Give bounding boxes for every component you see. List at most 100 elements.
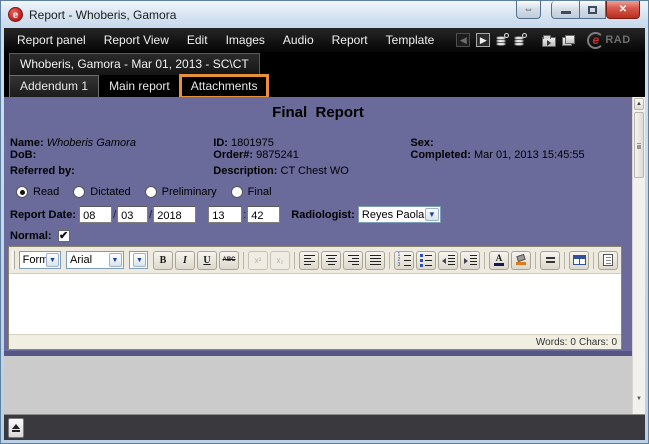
align-center-icon	[326, 255, 337, 266]
font-size-select[interactable]: 2▼	[129, 251, 148, 269]
app-window: e Report - Whoberis, Gamora ⇔ ✕ Report p…	[0, 0, 649, 444]
chars-count: 0	[611, 337, 617, 348]
menu-report[interactable]: Report	[323, 28, 377, 52]
highlight-color-button[interactable]	[511, 251, 531, 270]
normal-label: Normal:	[10, 230, 52, 242]
report-date-row: Report Date: / / : Radiologist: Reyes Pa…	[4, 206, 632, 223]
align-left-button[interactable]	[299, 251, 319, 270]
align-left-icon	[304, 255, 315, 266]
pages-book-icon	[562, 35, 574, 46]
time-hour-field[interactable]	[208, 206, 242, 223]
radio-final[interactable]: Final	[231, 186, 272, 198]
coins-stack-button-2[interactable]	[514, 32, 526, 48]
pages-button[interactable]	[562, 32, 574, 48]
underline-button[interactable]: U	[197, 251, 217, 270]
eject-button[interactable]	[8, 418, 24, 438]
tab-attachments[interactable]: Attachments	[181, 76, 268, 97]
toolbar-grip[interactable]	[12, 251, 15, 269]
editor-status-bar: Words: 0 Chars: 0	[9, 334, 621, 349]
date-year-field[interactable]	[153, 206, 196, 223]
radio-preliminary-dot[interactable]	[145, 186, 157, 198]
erad-logo: e RAD	[587, 32, 630, 49]
nav-back-button[interactable]: ◀	[456, 32, 470, 48]
title-bar[interactable]: e Report - Whoberis, Gamora ⇔ ✕	[1, 1, 648, 28]
words-label: Words:	[536, 337, 568, 348]
radiologist-value: Reyes Paola	[362, 209, 424, 221]
scroll-down-icon[interactable]: ▼	[633, 396, 645, 402]
id-label: ID:	[213, 137, 228, 149]
status-radio-group: Read Dictated Preliminary Final	[4, 186, 632, 198]
format-select[interactable]: Format▼	[19, 251, 61, 269]
menu-report-panel[interactable]: Report panel	[8, 28, 95, 52]
radio-dictated[interactable]: Dictated	[73, 186, 130, 198]
strikethrough-button[interactable]: ABC	[219, 251, 239, 270]
radio-final-dot[interactable]	[231, 186, 243, 198]
patient-tab-strip: Whoberis, Gamora - Mar 01, 2013 - SC\CT	[4, 52, 645, 75]
radio-read-dot[interactable]	[16, 186, 28, 198]
page-properties-button[interactable]	[598, 251, 618, 270]
numbered-list-icon: 123	[398, 254, 411, 267]
align-right-icon	[348, 255, 359, 266]
time-minute-field[interactable]	[247, 206, 280, 223]
bold-button[interactable]: B	[153, 251, 173, 270]
nav-forward-button[interactable]: ▶	[476, 32, 490, 48]
eject-icon	[12, 424, 20, 429]
report-text-area[interactable]	[9, 274, 621, 334]
align-right-button[interactable]	[343, 251, 363, 270]
insert-table-button[interactable]	[569, 251, 589, 270]
date-day-field[interactable]	[79, 206, 112, 223]
close-button[interactable]: ✕	[606, 1, 640, 19]
lower-panel	[4, 356, 632, 414]
date-month-field[interactable]	[117, 206, 148, 223]
highlight-color-icon	[516, 255, 526, 265]
menu-edit[interactable]: Edit	[178, 28, 217, 52]
maximize-button[interactable]	[579, 1, 606, 19]
menu-images[interactable]: Images	[217, 28, 274, 52]
radiologist-select[interactable]: Reyes Paola ▼	[358, 206, 441, 223]
scroll-up-button[interactable]: ▲	[634, 98, 644, 110]
swap-arrows-button[interactable]: ⇔	[516, 1, 541, 19]
indent-button[interactable]	[460, 251, 480, 270]
patient-tab[interactable]: Whoberis, Gamora - Mar 01, 2013 - SC\CT	[9, 53, 260, 75]
horizontal-rule-button[interactable]	[540, 251, 560, 270]
scrollbar-thumb[interactable]	[634, 112, 644, 178]
chevron-down-icon: ▼	[133, 253, 146, 267]
menu-template[interactable]: Template	[377, 28, 444, 52]
normal-row: Normal: ✔	[4, 230, 632, 242]
align-center-button[interactable]	[321, 251, 341, 270]
font-select[interactable]: Arial▼	[66, 251, 124, 269]
subscript-button[interactable]: x₂	[270, 251, 290, 270]
menu-report-view[interactable]: Report View	[95, 28, 178, 52]
dob-label: DoB:	[10, 149, 36, 161]
bullet-list-icon	[420, 254, 432, 267]
id-value: 1801975	[231, 137, 274, 149]
tab-addendum-1[interactable]: Addendum 1	[9, 75, 99, 97]
minimize-button[interactable]	[551, 1, 579, 19]
referred-by-label: Referred by:	[10, 165, 75, 177]
radio-dictated-dot[interactable]	[73, 186, 85, 198]
font-color-button[interactable]: A	[489, 251, 509, 270]
name-label: Name:	[10, 137, 44, 149]
radiologist-label: Radiologist:	[291, 209, 355, 221]
outdent-button[interactable]	[438, 251, 458, 270]
numbered-list-button[interactable]: 123	[394, 251, 414, 270]
bullet-list-button[interactable]	[416, 251, 436, 270]
open-folder-button[interactable]	[542, 32, 556, 48]
radio-preliminary[interactable]: Preliminary	[145, 186, 217, 198]
italic-button[interactable]: I	[175, 251, 195, 270]
menu-audio[interactable]: Audio	[274, 28, 323, 52]
coins-stack-button-1[interactable]	[496, 32, 508, 48]
superscript-button[interactable]: x²	[248, 251, 268, 270]
erad-logo-arc: e	[587, 32, 604, 49]
align-justify-button[interactable]	[365, 251, 385, 270]
app-frame: Report panel Report View Edit Images Aud…	[4, 28, 645, 440]
radio-read[interactable]: Read	[16, 186, 59, 198]
sex-label: Sex:	[410, 137, 433, 149]
chevron-down-icon: ▼	[109, 253, 122, 267]
tab-main-report[interactable]: Main report	[99, 76, 181, 97]
order-label: Order#:	[213, 149, 253, 161]
order-value: 9875241	[256, 149, 299, 161]
referral-row: Referred by: Description: CT Chest WO	[4, 165, 632, 177]
normal-checkbox[interactable]: ✔	[58, 230, 70, 242]
vertical-scrollbar[interactable]: ▲ ▼	[632, 97, 645, 414]
